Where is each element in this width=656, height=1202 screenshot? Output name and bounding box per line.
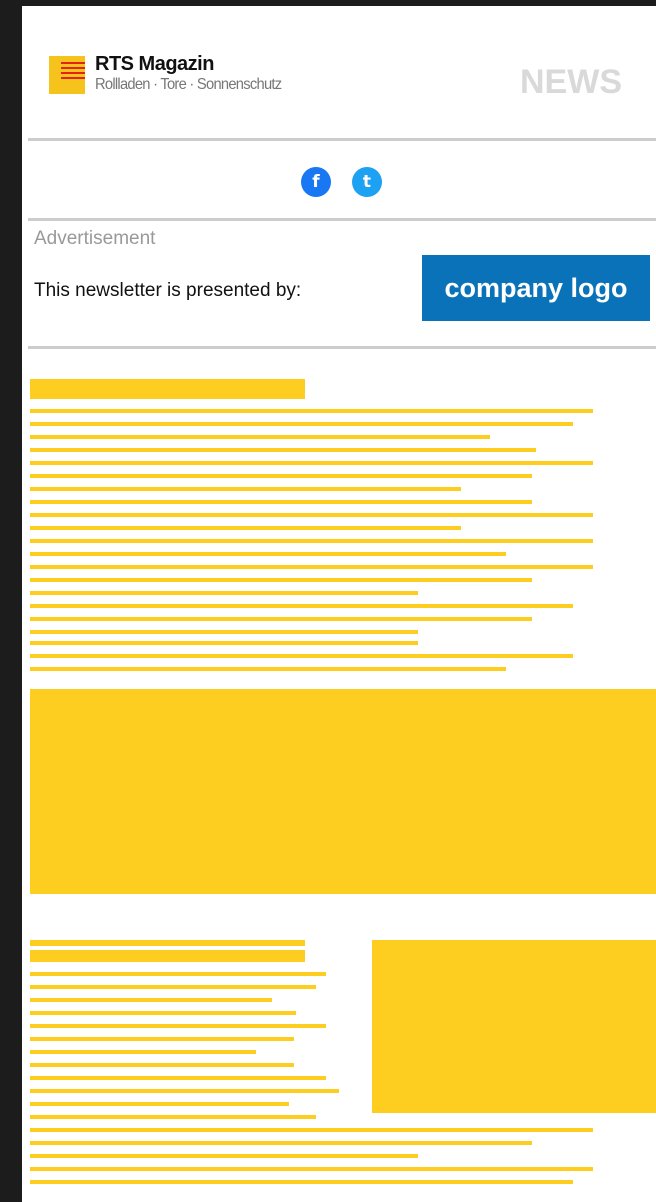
- text-line-placeholder: [30, 578, 532, 582]
- text-line-placeholder: [30, 448, 536, 452]
- social-divider: [28, 218, 656, 221]
- text-line-placeholder: [30, 617, 532, 621]
- social-links: f t: [22, 167, 656, 197]
- text-line-placeholder: [30, 591, 418, 595]
- text-line-placeholder: [30, 565, 593, 569]
- presented-by-text: This newsletter is presented by:: [34, 280, 302, 301]
- text-line-placeholder: [30, 1115, 316, 1119]
- text-line-placeholder: [30, 422, 573, 426]
- text-line-placeholder: [30, 1050, 256, 1054]
- text-line-placeholder: [30, 513, 593, 517]
- text-line-placeholder: [30, 539, 593, 543]
- header-divider: [28, 138, 656, 141]
- news-label: NEWS: [520, 63, 622, 101]
- text-line-placeholder: [30, 1037, 294, 1041]
- ad-divider: [28, 346, 656, 349]
- text-line-placeholder: [30, 667, 506, 671]
- text-line-placeholder: [30, 1180, 573, 1184]
- text-line-placeholder: [30, 972, 326, 976]
- company-logo-button[interactable]: company logo: [422, 255, 650, 321]
- text-line-placeholder: [30, 1141, 532, 1145]
- text-line-placeholder: [30, 500, 532, 504]
- brand-subtitle: Rollladen · Tore · Sonnenschutz: [95, 76, 282, 93]
- rts-flag-logo-icon: [49, 56, 85, 94]
- text-line-placeholder: [30, 1102, 289, 1106]
- text-line-placeholder: [30, 487, 461, 491]
- headline-placeholder[interactable]: [30, 379, 305, 399]
- text-line-placeholder: [30, 409, 593, 413]
- text-line-placeholder: [30, 998, 272, 1002]
- text-line-placeholder: [30, 1154, 418, 1158]
- text-line-placeholder: [30, 1076, 326, 1080]
- newsletter-page: RTS Magazin Rollladen · Tore · Sonnensch…: [22, 6, 656, 1202]
- text-line-placeholder: [30, 461, 593, 465]
- advertisement-label: Advertisement: [34, 228, 156, 249]
- text-line-placeholder: [30, 654, 573, 658]
- text-line-placeholder: [30, 552, 506, 556]
- headline-placeholder[interactable]: [30, 950, 305, 962]
- text-line-placeholder: [30, 526, 461, 530]
- text-line-placeholder: [30, 1011, 296, 1015]
- email-viewport: RTS Magazin Rollladen · Tore · Sonnensch…: [0, 0, 656, 1202]
- text-line-placeholder: [30, 630, 418, 634]
- headline-placeholder[interactable]: [30, 940, 305, 946]
- text-line-placeholder: [30, 435, 490, 439]
- text-line-placeholder: [30, 604, 573, 608]
- text-line-placeholder: [30, 474, 532, 478]
- text-line-placeholder: [30, 1089, 339, 1093]
- text-line-placeholder: [30, 641, 418, 645]
- image-placeholder-large[interactable]: [30, 689, 656, 894]
- twitter-icon[interactable]: t: [352, 167, 382, 197]
- text-line-placeholder: [30, 1167, 593, 1171]
- brand-title[interactable]: RTS Magazin: [95, 53, 214, 76]
- text-line-placeholder: [30, 1063, 294, 1067]
- text-line-placeholder: [30, 985, 316, 989]
- newsletter-header: RTS Magazin Rollladen · Tore · Sonnensch…: [22, 6, 656, 138]
- text-line-placeholder: [30, 1128, 593, 1132]
- facebook-icon[interactable]: f: [301, 167, 331, 197]
- text-line-placeholder: [30, 1024, 326, 1028]
- image-placeholder-small[interactable]: [372, 940, 656, 1113]
